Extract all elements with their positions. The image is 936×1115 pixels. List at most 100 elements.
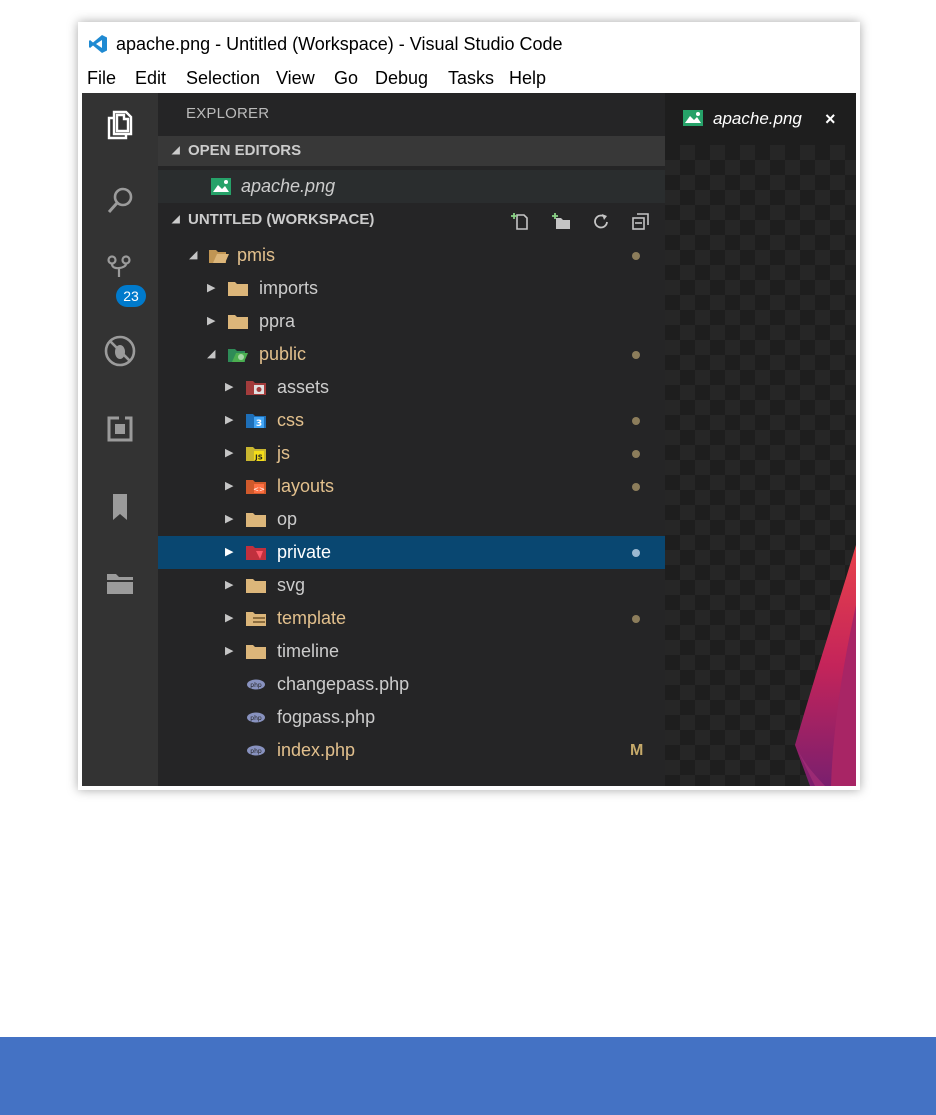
folder-js-icon: JS [246,447,266,462]
folder-icon [246,579,266,593]
tab-label: apache.png [713,109,802,128]
tree-item-label: imports [259,278,319,298]
vscode-window: apache.png - Untitled (Workspace) - Visu… [82,26,856,786]
explorer-title: EXPLORER [186,105,270,122]
source-control-badge: 23 [116,285,146,307]
tree-item-layouts[interactable]: ▶ <> layouts [158,470,665,503]
tree-item-imports[interactable]: ▶ imports [158,272,665,305]
extensions-icon[interactable] [102,411,138,447]
tree-item-label: changepass.php [277,674,410,694]
folder-icon [246,513,266,527]
modified-dot [632,549,640,557]
tree-item-changepass[interactable]: php changepass.php [158,668,665,701]
menu-debug[interactable]: Debug [375,63,428,93]
collapsed-arrow-icon: ▶ [207,282,216,294]
tree-item-timeline[interactable]: ▶ timeline [158,635,665,668]
folder-assets-icon [246,381,266,395]
title-bar: apache.png - Untitled (Workspace) - Visu… [82,26,856,63]
collapsed-arrow-icon: ▶ [225,546,234,558]
tree-item-label: timeline [277,641,340,661]
tab-apache-png[interactable]: apache.png × [665,93,856,145]
tree-item-label: js [277,443,290,463]
menu-help[interactable]: Help [509,63,546,93]
open-editor-item[interactable]: apache.png [158,170,665,203]
tree-item-label: op [277,509,298,529]
modified-dot [632,615,640,623]
tree-item-private[interactable]: ▶ private [158,536,665,569]
workspace-label: UNTITLED (WORKSPACE) [188,211,375,228]
folder-icon [246,645,266,659]
new-folder-icon[interactable] [551,211,571,229]
folder-open-icon [209,250,229,263]
menu-go[interactable]: Go [334,63,358,93]
source-control-icon[interactable] [102,251,138,287]
menu-file[interactable]: File [87,63,116,93]
tree-item-label: fogpass.php [277,707,376,727]
explorer-icon[interactable] [102,107,138,143]
tree-item-index[interactable]: php index.php M [158,734,665,767]
modified-dot [632,450,640,458]
folder-icon [228,282,248,296]
tree-item-public[interactable]: ◢ public [158,338,665,371]
modified-dot [632,351,640,359]
image-preview [665,145,856,786]
tree-item-fogpass[interactable]: php fogpass.php [158,701,665,734]
tree-item-label: ppra [259,311,296,331]
tree-item-op[interactable]: ▶ op [158,503,665,536]
tree-item-label: layouts [277,476,335,496]
php-file-icon: php [247,745,265,756]
tree-item-label: pmis [237,245,276,265]
svg-text:<>: <> [253,486,265,494]
collapsed-arrow-icon: ▶ [225,513,234,525]
folder-css-icon: 3 [246,414,266,429]
new-file-icon[interactable] [511,211,531,230]
tree-item-pmis[interactable]: ◢ pmis [158,239,665,272]
collapsed-arrow-icon: ▶ [225,645,234,657]
window-title: apache.png - Untitled (Workspace) - Visu… [116,34,563,54]
expanded-arrow-icon: ◢ [207,348,216,360]
bookmark-icon[interactable] [102,489,138,525]
tree-item-js[interactable]: ▶ JS js [158,437,665,470]
folder-private-icon [246,546,266,560]
modified-dot [632,417,640,425]
tree-item-template[interactable]: ▶ template [158,602,665,635]
tree-item-css[interactable]: ▶ 3 css [158,404,665,437]
open-editors-label: OPEN EDITORS [188,142,302,159]
tree-item-assets[interactable]: ▶ assets [158,371,665,404]
workspace-header[interactable]: ◢ UNTITLED (WORKSPACE) [158,205,665,235]
menu-tasks[interactable]: Tasks [448,63,494,93]
editor-area: apache.png × [665,93,856,786]
image-file-icon [211,178,231,195]
collapsed-arrow-icon: ▶ [225,447,234,459]
svg-text:3: 3 [256,419,262,429]
collapsed-arrow-icon: ▶ [225,480,234,492]
menu-selection[interactable]: Selection [186,63,260,93]
apache-feather-image [795,545,856,786]
svg-text:php: php [250,682,262,689]
tree-item-label: template [277,608,347,628]
folder-icon [228,315,248,329]
activity-bar: 23 [82,93,158,786]
modified-dot [632,483,640,491]
image-file-icon [683,110,703,126]
search-icon[interactable] [102,183,138,219]
php-file-icon: php [247,712,265,723]
folder-icon[interactable] [102,565,138,601]
collapsed-arrow-icon: ▶ [225,579,234,591]
menu-bar: File Edit Selection View Go Debug Tasks … [82,63,856,93]
open-editors-header[interactable]: ◢ OPEN EDITORS [158,136,665,166]
tree-item-svg[interactable]: ▶ svg [158,569,665,602]
php-file-icon: php [247,679,265,690]
menu-view[interactable]: View [276,63,315,93]
collapsed-arrow-icon: ▶ [225,414,234,426]
menu-edit[interactable]: Edit [135,63,166,93]
tree-item-ppra[interactable]: ▶ ppra [158,305,665,338]
tree-item-label: css [277,410,304,430]
collapse-all-icon[interactable] [631,211,651,230]
refresh-icon[interactable] [591,211,611,229]
close-icon[interactable]: × [825,93,836,145]
svg-text:JS: JS [254,454,263,462]
folder-layouts-icon: <> [246,480,266,494]
git-status-badge: M [630,742,644,759]
debug-icon[interactable] [102,333,138,369]
